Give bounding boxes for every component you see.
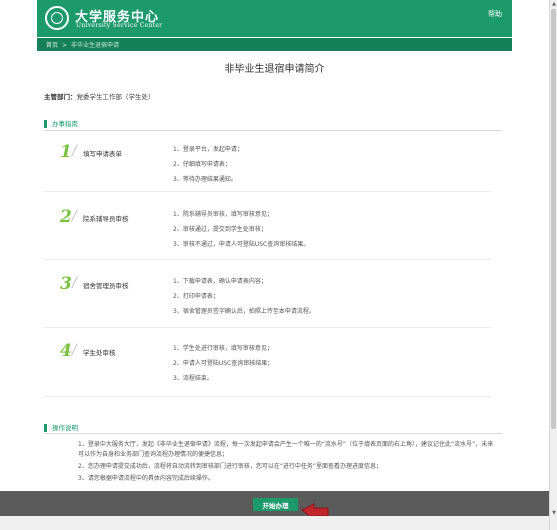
step-item: 1、下载申请表，确认申请表内容；: [173, 278, 267, 285]
step-item: 2、仔细填写申请表；: [173, 161, 231, 168]
university-seal-icon: [45, 6, 69, 30]
step-item: 3、等待办理结果通知。: [173, 176, 237, 183]
scroll-down-icon[interactable]: ▼: [551, 510, 557, 516]
page-title: 非毕业生退宿申请简介: [224, 64, 325, 75]
note-item: 1、登录中大服务大厅，发起《非毕业生退宿申请》流程，每一次发起申请会产生一个唯一…: [78, 441, 494, 458]
step-slash-icon: /: [72, 342, 77, 358]
step-item: 3、流程结束。: [173, 375, 213, 382]
logo-subtitle: University Service Center: [76, 22, 163, 29]
step-items: 1、下载申请表，确认申请表内容； 2、打印申请表； 3、宿舍管理员签字确认后，拍…: [173, 274, 315, 319]
step-title: 院系辅导员审核: [83, 215, 129, 223]
bottom-strip: [0, 516, 549, 530]
step-number: 4: [60, 341, 72, 361]
step-number: 3: [60, 274, 72, 294]
step-divider: [44, 259, 491, 260]
breadcrumb-current: 非毕业生退宿申请: [71, 42, 120, 49]
step-divider: [44, 191, 491, 192]
step-title: 宿舍管理员审核: [83, 282, 129, 290]
department-line: 主管部门：党委学生工作部（学生处）: [44, 91, 155, 101]
step-item: 2、申请人可登陆USC查询审核结果；: [173, 360, 274, 367]
site-header: 大学服务中心 University Service Center 帮助: [37, 0, 512, 37]
section-marker-icon: [44, 424, 47, 432]
step-number: 2: [60, 207, 72, 227]
guide-divider: [44, 130, 502, 131]
guide-heading: 办事指南: [44, 118, 78, 128]
step-item: 3、审核不通过，申请人可登陆USC查询审核结果。: [173, 241, 310, 248]
step-items: 1、院系辅导员审核，填写审核意见； 2、审核通过，提交到学生处审核； 3、审核不…: [173, 207, 309, 252]
vertical-scrollbar[interactable]: ▲ ▼: [549, 0, 557, 530]
notes-list: 1、登录中大服务大厅，发起《非毕业生退宿申请》流程，每一次发起申请会产生一个唯一…: [78, 440, 498, 486]
step-item: 1、登录平台，发起申请；: [173, 146, 243, 153]
step-items: 1、学生处进行审核，填写审核意见； 2、申请人可登陆USC查询审核结果； 3、流…: [173, 341, 273, 386]
step-items: 1、登录平台，发起申请； 2、仔细填写申请表； 3、等待办理结果通知。: [173, 142, 243, 187]
scroll-up-icon[interactable]: ▲: [551, 1, 557, 7]
step-slash-icon: /: [72, 143, 77, 159]
step-item: 1、学生处进行审核，填写审核意见；: [173, 345, 273, 352]
note-item: 3、请您根据申请流程中的具体内容完成后续操作。: [78, 475, 214, 482]
department-label: 主管部门：: [44, 93, 77, 101]
step-slash-icon: /: [72, 208, 77, 224]
page-frame: 大学服务中心 University Service Center 帮助 首页 > 非…: [0, 0, 550, 530]
notes-heading-text: 操作说明: [52, 424, 78, 432]
notes-divider: [44, 433, 502, 434]
step-item: 2、审核通过，提交到学生处审核；: [173, 226, 267, 233]
step-item: 3、宿舍管理员签字确认后，拍照上传至本申请流程。: [173, 308, 315, 315]
step-divider: [44, 396, 491, 397]
department-value: 党委学生工作部（学生处）: [76, 93, 155, 101]
breadcrumb-home[interactable]: 首页: [46, 42, 58, 49]
section-marker-icon: [44, 120, 47, 128]
help-link[interactable]: 帮助: [488, 9, 502, 19]
step-divider: [44, 327, 491, 328]
note-item: 2、您办理申请提交成功后，流程将自动流转到审核部门进行审核，您可以在“进行中任务…: [78, 463, 383, 470]
breadcrumb: 首页 > 非毕业生退宿申请: [37, 38, 512, 51]
notes-heading: 操作说明: [44, 422, 78, 432]
step-title: 学生处审核: [83, 349, 116, 357]
step-item: 1、院系辅导员审核，填写审核意见；: [173, 211, 273, 218]
start-button[interactable]: 开始办理: [253, 498, 298, 511]
step-slash-icon: /: [72, 275, 77, 291]
step-title: 填写申请表单: [83, 150, 122, 158]
step-item: 2、打印申请表；: [173, 293, 219, 300]
step-number: 1: [60, 142, 72, 162]
scrollbar-thumb[interactable]: [551, 9, 556, 429]
guide-heading-text: 办事指南: [52, 120, 78, 128]
breadcrumb-separator: >: [62, 42, 68, 49]
